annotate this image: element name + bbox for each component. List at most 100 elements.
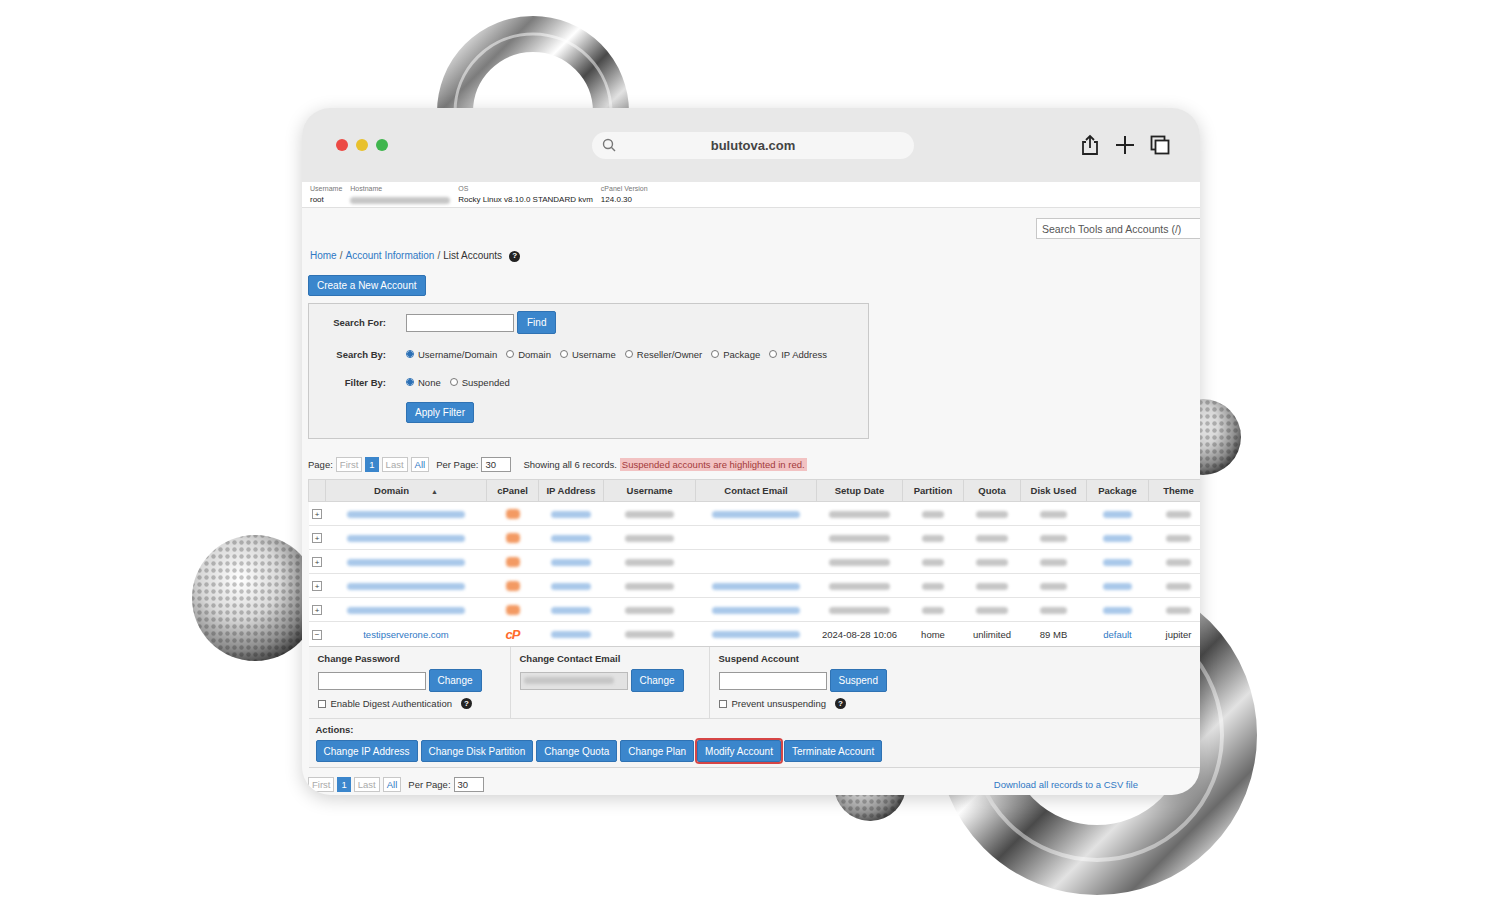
radio-button[interactable]: [506, 350, 514, 358]
blurred-value: [1103, 583, 1132, 590]
search-field[interactable]: [406, 314, 514, 332]
blurred-value: [1166, 559, 1191, 566]
section-checkbox[interactable]: Prevent unsuspending?: [719, 698, 1201, 709]
page-button[interactable]: 1: [365, 457, 378, 472]
action-button[interactable]: Modify Account: [697, 740, 781, 762]
action-button[interactable]: Terminate Account: [784, 740, 882, 762]
maximize-icon[interactable]: [376, 139, 388, 151]
section-button[interactable]: Suspend: [830, 669, 887, 692]
account-row[interactable]: −testipserverone.comcP2024-08-28 10:06ho…: [309, 622, 1201, 647]
address-bar[interactable]: bulutova.com: [592, 132, 914, 159]
search-by-option[interactable]: Reseller/Owner: [625, 349, 702, 360]
help-icon[interactable]: ?: [461, 698, 472, 709]
expand-toggle[interactable]: +: [312, 533, 322, 543]
column-header[interactable]: Theme: [1149, 480, 1201, 502]
per-page-field[interactable]: 30: [481, 457, 511, 472]
breadcrumb-link[interactable]: Account Information: [345, 249, 434, 263]
breadcrumb-separator: /: [340, 249, 343, 263]
section-button[interactable]: Change: [631, 669, 684, 692]
tabs-icon[interactable]: [1150, 135, 1170, 155]
page-button[interactable]: Last: [382, 457, 408, 472]
expand-toggle[interactable]: +: [312, 581, 322, 591]
table-cell: [1021, 574, 1087, 598]
radio-button[interactable]: [406, 378, 414, 386]
column-header[interactable]: Quota: [964, 480, 1021, 502]
csv-download-link[interactable]: Download all records to a CSV file: [994, 779, 1138, 790]
column-header[interactable]: cPanel: [487, 480, 539, 502]
cell-link[interactable]: testipserverone.com: [363, 629, 449, 640]
global-search-field[interactable]: [1036, 218, 1200, 239]
action-button[interactable]: Change IP Address: [316, 740, 418, 762]
radio-button[interactable]: [625, 350, 633, 358]
expand-toggle[interactable]: +: [312, 605, 322, 615]
radio-button[interactable]: [711, 350, 719, 358]
radio-button[interactable]: [406, 350, 414, 358]
sort-icon[interactable]: ▲: [431, 488, 438, 495]
page-button[interactable]: All: [411, 457, 430, 472]
checkbox[interactable]: [719, 700, 727, 708]
help-icon[interactable]: ?: [509, 251, 520, 262]
radio-button[interactable]: [769, 350, 777, 358]
page-button[interactable]: First: [308, 777, 334, 792]
radio-button[interactable]: [450, 378, 458, 386]
blurred-value: [625, 583, 673, 590]
table-cell: home: [903, 622, 964, 647]
account-row[interactable]: +: [309, 550, 1201, 574]
action-button[interactable]: Change Quota: [536, 740, 617, 762]
cpanel-logo[interactable]: cP: [506, 627, 520, 642]
new-tab-icon[interactable]: [1115, 135, 1135, 155]
section-button[interactable]: Change: [429, 669, 482, 692]
search-by-option[interactable]: Username/Domain: [406, 349, 497, 360]
page-button[interactable]: Last: [354, 777, 380, 792]
account-row[interactable]: +: [309, 526, 1201, 550]
radio-button[interactable]: [560, 350, 568, 358]
section-field[interactable]: [318, 672, 426, 690]
filter-by-option[interactable]: Suspended: [450, 377, 510, 388]
close-icon[interactable]: [336, 139, 348, 151]
account-row[interactable]: +: [309, 574, 1201, 598]
column-header[interactable]: Contact Email: [696, 480, 817, 502]
minimize-icon[interactable]: [356, 139, 368, 151]
action-button[interactable]: Change Plan: [620, 740, 694, 762]
page-body: Home/Account Information/List Accounts?C…: [302, 208, 1200, 793]
section-field[interactable]: [719, 672, 827, 690]
apply-filter-button[interactable]: Apply Filter: [406, 402, 474, 423]
breadcrumb-link[interactable]: Home: [310, 249, 337, 263]
cell-link[interactable]: default: [1103, 629, 1132, 640]
search-by-option[interactable]: Package: [711, 349, 760, 360]
account-row[interactable]: +: [309, 598, 1201, 622]
blurred-value: [551, 583, 591, 590]
expand-toggle[interactable]: −: [312, 630, 322, 640]
share-icon[interactable]: [1080, 134, 1100, 156]
page-button[interactable]: First: [336, 457, 362, 472]
table-cell: [964, 574, 1021, 598]
option-label: IP Address: [781, 349, 827, 360]
column-header[interactable]: Partition: [903, 480, 964, 502]
create-account-button[interactable]: Create a New Account: [308, 275, 426, 296]
column-header[interactable]: IP Address: [539, 480, 604, 502]
filter-by-option[interactable]: None: [406, 377, 441, 388]
page-button[interactable]: 1: [337, 777, 350, 792]
section-checkbox[interactable]: Enable Digest Authentication?: [318, 698, 502, 709]
expand-toggle[interactable]: +: [312, 557, 322, 567]
search-by-option[interactable]: Username: [560, 349, 616, 360]
column-header[interactable]: Package: [1087, 480, 1149, 502]
search-by-option[interactable]: IP Address: [769, 349, 827, 360]
column-header[interactable]: Setup Date: [817, 480, 903, 502]
checkbox[interactable]: [318, 700, 326, 708]
find-button[interactable]: Find: [517, 311, 556, 334]
column-header[interactable]: Disk Used: [1021, 480, 1087, 502]
table-cell: [964, 550, 1021, 574]
page-button[interactable]: All: [383, 777, 402, 792]
search-by-option[interactable]: Domain: [506, 349, 551, 360]
action-button[interactable]: Change Disk Partition: [421, 740, 534, 762]
section-input-row: Change: [318, 669, 502, 692]
account-row[interactable]: +: [309, 502, 1201, 526]
expand-toggle[interactable]: +: [312, 509, 322, 519]
column-header[interactable]: Username: [604, 480, 696, 502]
blurred-value: [829, 607, 891, 614]
help-icon[interactable]: ?: [835, 698, 846, 709]
column-header[interactable]: Domain▲: [326, 480, 487, 502]
per-page-field[interactable]: 30: [454, 777, 484, 792]
section-field[interactable]: [520, 672, 628, 690]
